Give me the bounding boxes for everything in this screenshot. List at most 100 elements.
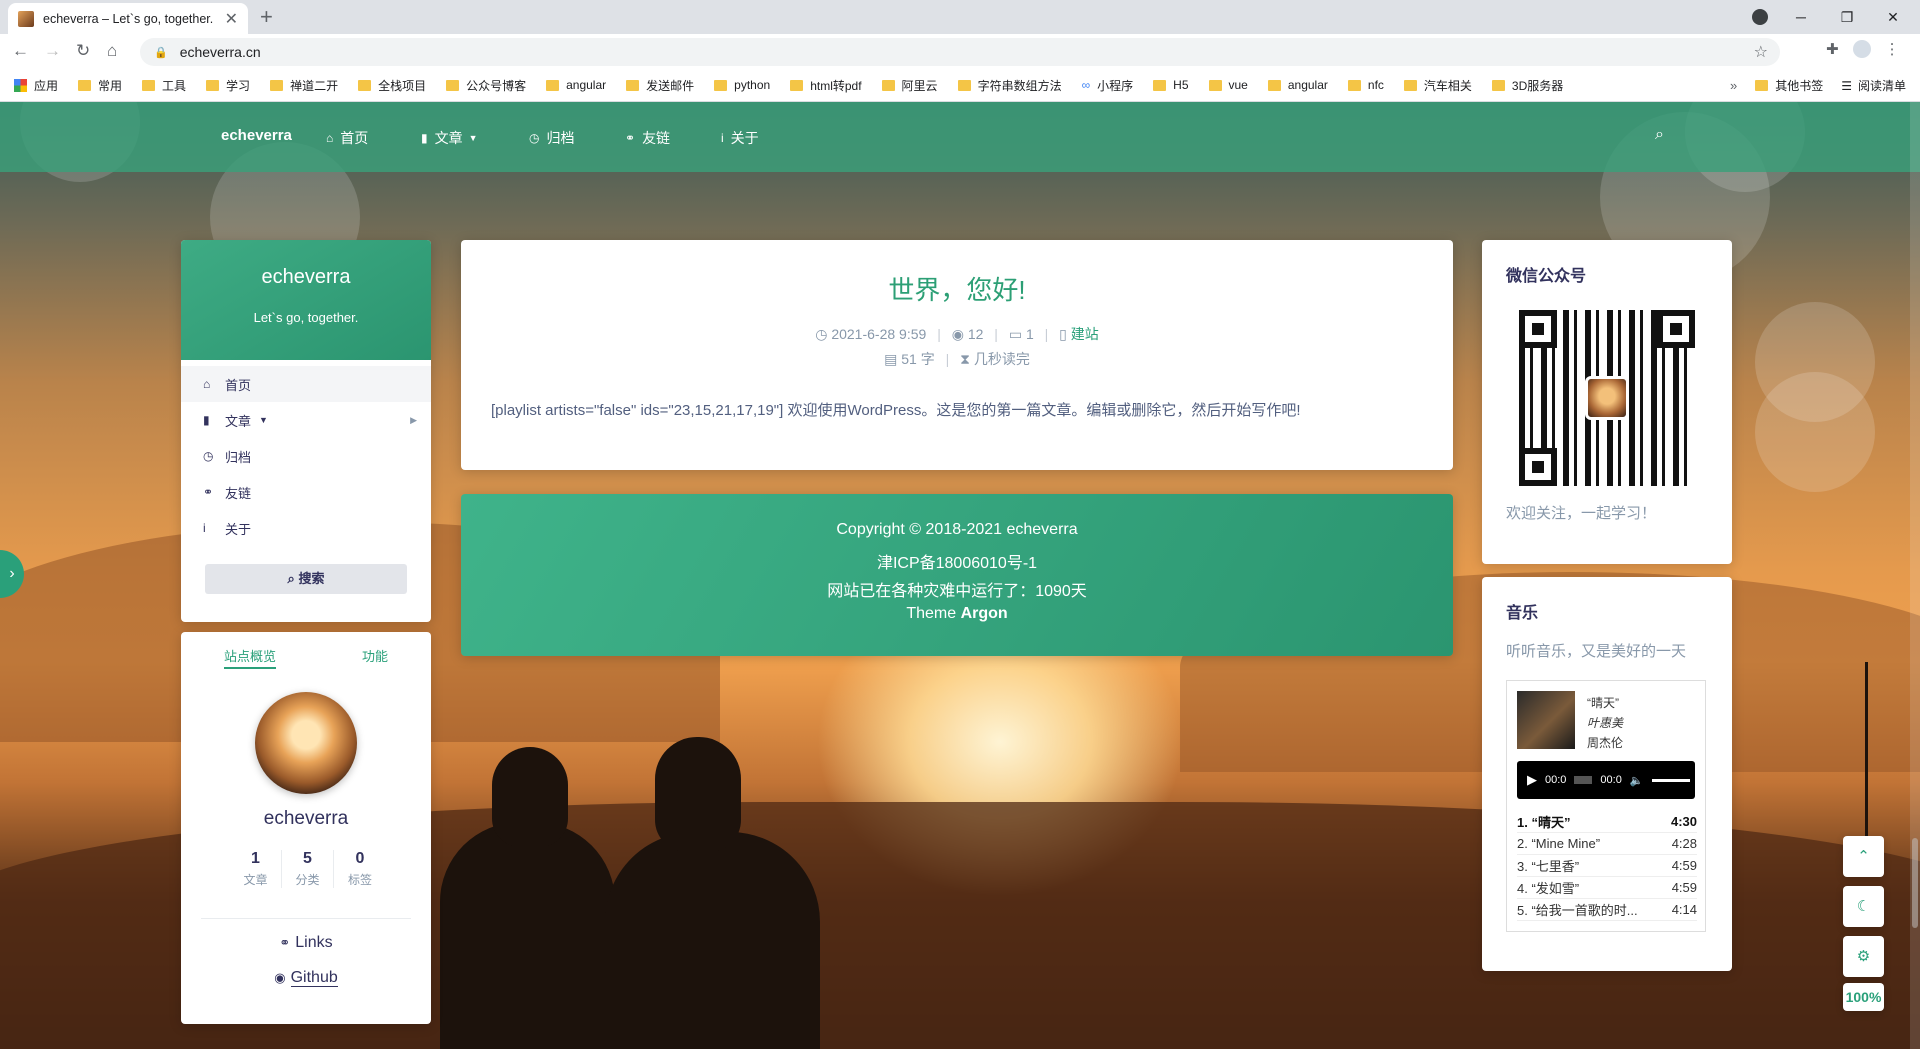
folder-icon [881,79,895,91]
tab-site-overview[interactable]: 站点概览 [223,646,276,669]
bookmark-folder[interactable]: 工具 [142,77,186,94]
bookmark-folder[interactable]: python [714,78,770,92]
home-button-icon[interactable]: ⌂ [107,41,117,61]
qr-logo [1585,376,1629,420]
forward-icon[interactable]: → [44,41,61,61]
dark-mode-button[interactable]: ☾ [1843,886,1884,927]
tab-function[interactable]: 功能 [362,646,388,669]
nav-about[interactable]: i 关于 [721,128,759,148]
links-link[interactable]: ⚭ Links [181,934,431,952]
bookmark-folder[interactable]: 公众号博客 [446,77,526,94]
bookmark-folder[interactable]: 汽车相关 [1403,77,1472,94]
close-tab-icon[interactable]: ✕ [225,9,238,29]
left-menu-home[interactable]: ⌂ 首页 [181,366,431,402]
bookmark-folder[interactable]: angular [546,78,606,92]
volume-slider[interactable] [1651,778,1690,782]
bookmarks-overflow-button[interactable]: » [1730,78,1737,93]
settings-button[interactable]: ⚙ [1843,936,1884,977]
bookmark-folder[interactable]: 发送邮件 [626,77,694,94]
scrollbar-thumb[interactable] [1912,838,1918,928]
bookmark-folder[interactable]: H5 [1153,78,1189,92]
other-bookmarks[interactable]: 其他书签 [1755,77,1823,94]
tab-search-icon[interactable] [1752,9,1768,25]
tab-title: echeverra – Let`s go, together. [43,11,214,26]
bookmark-star-icon[interactable]: ☆ [1754,42,1768,62]
stat-articles[interactable]: 1 文章 [230,850,282,888]
bookmark-folder[interactable]: angular [1267,78,1328,92]
left-menu-articles[interactable]: ▮ 文章 ▼ ▶ [181,402,431,438]
track-item[interactable]: 3. “七里香” 4:59 [1517,855,1697,877]
music-subtitle: 听听音乐，又是美好的一天 [1506,643,1687,660]
site-brand[interactable]: echeverra [221,127,292,144]
back-icon[interactable]: ← [12,41,29,61]
browser-tab[interactable]: echeverra – Let`s go, together. ✕ [8,3,248,34]
new-tab-button[interactable]: + [260,5,273,29]
site-footer: Copyright © 2018-2021 echeverra 津ICP备180… [461,494,1453,656]
back-to-top-button[interactable]: ⌃ [1843,836,1884,877]
menu-kebab-icon[interactable]: ⋮ [1885,40,1900,58]
track-item[interactable]: 5. “给我一首歌的时... 4:14 [1517,899,1697,921]
bookmark-link[interactable]: ∞ 小程序 [1082,77,1134,94]
minimize-icon[interactable]: ─ [1778,9,1824,25]
left-menu-about[interactable]: i 关于 [181,510,431,546]
bookmark-folder[interactable]: 阿里云 [881,77,938,94]
lock-icon[interactable]: 🔒 [154,46,168,59]
volume-icon[interactable]: 🔈 [1630,774,1644,787]
bookmark-folder[interactable]: 全栈项目 [358,77,426,94]
post-card: 世界，您好! ◷ 2021-6-28 9:59 | ◉ 12 | ▭ 1 | ▯… [461,240,1453,470]
bookmark-folder[interactable]: 常用 [78,77,122,94]
folder-icon [626,79,640,91]
progress-bar[interactable] [1574,776,1593,784]
close-window-icon[interactable]: ✕ [1870,9,1916,26]
profile-name[interactable]: echeverra [181,266,431,289]
home-icon: ⌂ [326,131,334,145]
track-item[interactable]: 2. “Mine Mine” 4:28 [1517,833,1697,855]
eye-icon: ◉ [951,326,968,342]
play-icon[interactable]: ▶ [1527,772,1537,788]
url-text[interactable]: echeverra.cn [180,44,261,60]
nav-home[interactable]: ⌂ 首页 [326,128,368,148]
toolbar-extensions: ✚ ⋮ [1826,40,1900,58]
post-category-link[interactable]: 建站 [1071,326,1099,342]
bookmark-folder[interactable]: 禅道二开 [270,77,338,94]
bookmark-folder[interactable]: 字符串数组方法 [957,77,1062,94]
nav-archive[interactable]: ◷ 归档 [529,128,574,148]
profile-avatar-icon[interactable] [1852,40,1871,58]
stat-tags[interactable]: 0 标签 [334,850,386,888]
reload-icon[interactable]: ↻ [76,41,90,61]
nav-friend-links[interactable]: ⚭ 友链 [625,128,670,148]
restore-icon[interactable]: ❐ [1824,9,1870,26]
left-menu-archive[interactable]: ◷ 归档 [181,438,431,474]
left-search-button[interactable]: ⌕ 搜索 [205,564,407,594]
nav-articles[interactable]: ▮ 文章 ▼ [421,128,478,148]
bookmark-apps[interactable]: 应用 [14,77,58,94]
folder-icon [1267,79,1281,91]
folder-icon [1403,79,1417,91]
address-bar[interactable]: 🔒 echeverra.cn ☆ [140,38,1780,66]
album-cover [1517,691,1575,749]
bookmark-folder[interactable]: 学习 [206,77,250,94]
extensions-icon[interactable]: ✚ [1826,40,1839,58]
left-menu-friend-links[interactable]: ⚭ 友链 [181,474,431,510]
track-item[interactable]: 4. “发如雪” 4:59 [1517,877,1697,899]
bookmark-folder[interactable]: html转pdf [790,77,862,94]
track-item[interactable]: 1. “晴天” 4:30 [1517,811,1697,833]
web-page: echeverra ⌂ 首页 ▮ 文章 ▼ ◷ 归档 ⚭ 友链 i 关于 ⌕ echever… [0,102,1920,1049]
github-link[interactable]: ◉ Github [181,969,431,987]
reading-list[interactable]: ☰ 阅读清单 [1841,77,1906,94]
post-title[interactable]: 世界，您好! [461,270,1453,307]
post-word-count: 51 字 [901,351,935,367]
folder-icon [78,79,92,91]
bookmark-folder[interactable]: 3D服务器 [1491,77,1563,94]
search-icon[interactable]: ⌕ [1655,126,1664,144]
clock-icon: ◷ [529,131,540,145]
theme-argon-link[interactable]: Argon [961,605,1008,622]
wechat-caption: 欢迎关注，一起学习！ [1506,505,1657,522]
footer-copyright: Copyright © 2018-2021 echeverra [836,521,1078,538]
folder-icon [714,79,728,91]
wechat-title: 微信公众号 [1506,268,1587,285]
stat-categories[interactable]: 5 分类 [282,850,334,888]
bookmark-folder[interactable]: vue [1208,78,1248,92]
bookmark-folder[interactable]: nfc [1347,78,1384,92]
footer-icp[interactable]: 津ICP备18006010号-1 [461,549,1453,573]
